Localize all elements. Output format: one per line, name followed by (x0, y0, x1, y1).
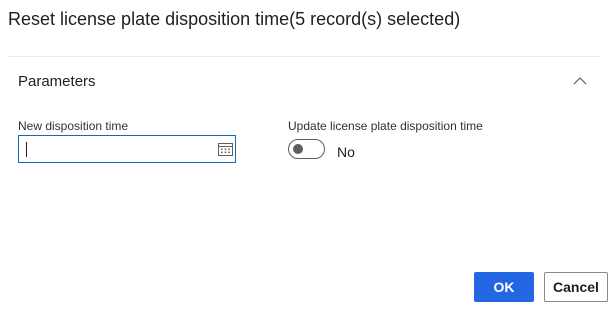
update-disposition-time-toggle[interactable] (288, 139, 325, 159)
calendar-icon[interactable] (218, 142, 233, 156)
dialog-title: Reset license plate disposition time(5 r… (8, 9, 461, 29)
section-divider (8, 56, 601, 57)
dialog: Reset license plate disposition time(5 r… (0, 0, 615, 311)
cancel-button[interactable]: Cancel (544, 272, 608, 302)
parameters-section-header[interactable]: Parameters (8, 62, 601, 100)
chevron-up-icon[interactable] (571, 74, 589, 88)
ok-button[interactable]: OK (474, 272, 534, 302)
toggle-knob (293, 144, 303, 154)
toggle-state-text: No (337, 144, 355, 160)
section-title: Parameters (18, 73, 96, 90)
update-disposition-time-label: Update license plate disposition time (288, 119, 483, 133)
text-cursor (26, 142, 27, 157)
new-disposition-time-field[interactable] (18, 135, 236, 163)
new-disposition-time-label: New disposition time (18, 119, 129, 133)
new-disposition-time-input[interactable] (23, 139, 209, 159)
